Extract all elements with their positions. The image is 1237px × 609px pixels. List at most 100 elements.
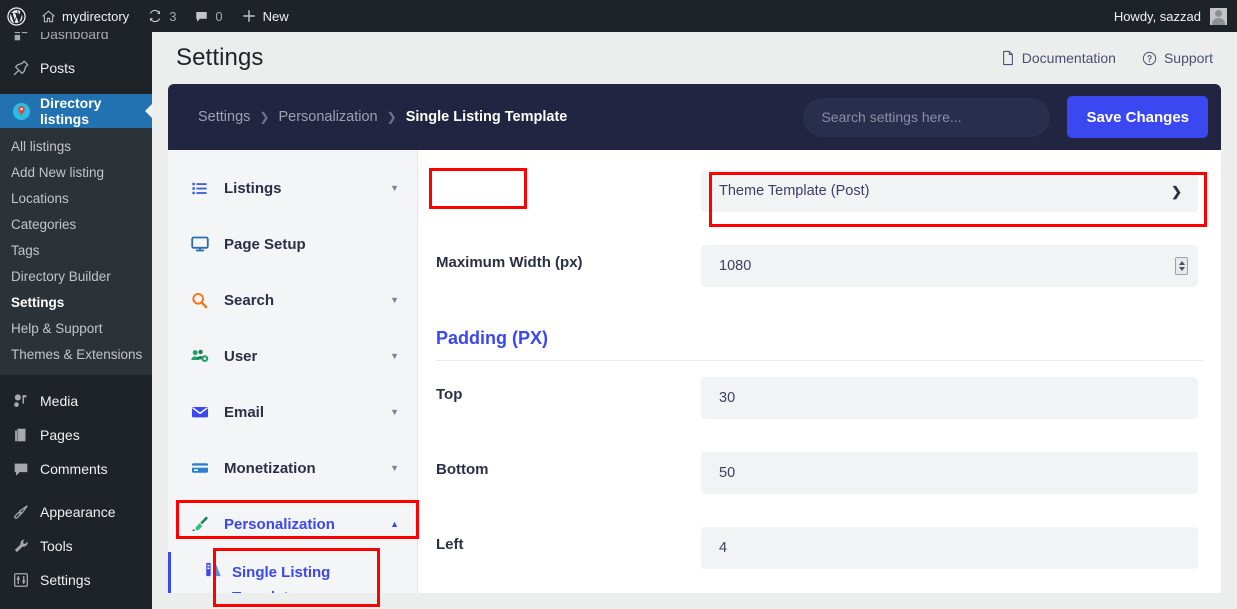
- comments-button[interactable]: 0: [185, 0, 231, 32]
- sidebar-item-posts[interactable]: Posts: [0, 51, 152, 85]
- wp-admin-bar: mydirectory 3 0 New Howdy, sazzad: [0, 0, 1237, 32]
- wordpress-logo-icon: [7, 6, 26, 26]
- users-icon: [190, 346, 216, 366]
- avatar: [1210, 7, 1227, 25]
- submenu-item-add-new-listing[interactable]: Add New listing: [0, 160, 152, 186]
- sidebar-item-label: Comments: [40, 461, 108, 477]
- new-content-button[interactable]: New: [232, 0, 298, 32]
- comments-count: 0: [215, 8, 223, 24]
- settings-nav: Listings ▼ Page Setup Search ▼ User ▼ Em…: [168, 150, 418, 593]
- site-name-label: mydirectory: [62, 8, 130, 24]
- sidebar-item-media[interactable]: Media: [0, 384, 152, 418]
- documentation-link[interactable]: Documentation: [1001, 50, 1116, 66]
- template-label: Template: [436, 179, 501, 196]
- main-content: Settings Documentation Support Settings …: [152, 32, 1237, 609]
- new-content-label: New: [262, 8, 289, 24]
- appearance-brush-icon: [11, 502, 31, 522]
- padding-bottom-input[interactable]: [701, 452, 1198, 494]
- sidebar-item-label: Settings: [40, 572, 91, 588]
- form-row-template: Template Theme Template (Post) ❯: [436, 170, 1221, 226]
- topbar-actions: Save Changes: [803, 96, 1208, 138]
- list-icon: [190, 179, 216, 198]
- sidebar-item-label: Posts: [40, 60, 76, 76]
- settings-nav-label: User: [224, 347, 258, 365]
- settings-nav-item-user[interactable]: User ▼: [168, 328, 417, 384]
- settings-nav-item-personalization[interactable]: Personalization ▲: [168, 496, 417, 552]
- search-settings-box[interactable]: [803, 97, 1051, 137]
- save-changes-button[interactable]: Save Changes: [1067, 96, 1208, 138]
- media-icon: [11, 391, 31, 411]
- submenu-item-settings[interactable]: Settings: [0, 290, 152, 316]
- settings-nav-item-page-setup[interactable]: Page Setup: [168, 216, 417, 272]
- chevron-right-icon: ❯: [259, 110, 270, 124]
- wp-admin-menu: Dashboard Posts Directory listings All l…: [0, 0, 153, 609]
- site-name-button[interactable]: mydirectory: [32, 0, 138, 32]
- section-divider: [436, 360, 1203, 361]
- wordpress-logo-button[interactable]: [0, 0, 32, 32]
- breadcrumb: Settings ❯ Personalization ❯ Single List…: [198, 109, 567, 125]
- support-link[interactable]: Support: [1142, 50, 1213, 66]
- submenu-item-help-support[interactable]: Help & Support: [0, 316, 152, 342]
- settings-nav-label: Search: [224, 291, 275, 309]
- submenu-item-themes-extensions[interactable]: Themes & Extensions: [0, 342, 152, 368]
- sidebar-item-settings[interactable]: Settings: [0, 563, 152, 597]
- settings-nav-label: Page Setup: [224, 235, 306, 253]
- form-row-padding-bottom: Bottom: [436, 452, 1221, 508]
- updates-count: 3: [169, 8, 177, 24]
- page-title: Settings: [176, 44, 264, 71]
- chevron-down-icon: ▼: [390, 295, 399, 305]
- search-input[interactable]: [821, 109, 1033, 125]
- document-icon: [1002, 50, 1013, 66]
- page-header-links: Documentation Support: [1001, 50, 1213, 66]
- howdy-label: Howdy, sazzad: [1113, 8, 1201, 24]
- chevron-down-icon: ▼: [390, 407, 399, 417]
- padding-left-input[interactable]: [701, 527, 1198, 569]
- submenu-item-locations[interactable]: Locations: [0, 186, 152, 212]
- submenu-item-directory-builder[interactable]: Directory Builder: [0, 264, 152, 290]
- max-width-input[interactable]: [701, 245, 1198, 287]
- settings-nav-item-monetization[interactable]: Monetization ▼: [168, 440, 417, 496]
- documentation-label: Documentation: [1021, 50, 1116, 66]
- template-control: Theme Template (Post) ❯: [701, 170, 1198, 212]
- padding-top-label: Top: [436, 386, 463, 403]
- chevron-right-icon: ❯: [386, 110, 397, 124]
- sidebar-item-label: Media: [40, 393, 79, 409]
- menu-separator: [0, 375, 152, 384]
- sidebar-item-directory-listings[interactable]: Directory listings: [0, 94, 153, 128]
- settings-topbar: Settings ❯ Personalization ❯ Single List…: [168, 84, 1221, 150]
- updates-button[interactable]: 3: [138, 0, 185, 32]
- padding-top-control: [701, 377, 1198, 419]
- account-menu-button[interactable]: Howdy, sazzad: [1105, 0, 1237, 32]
- envelope-icon: [190, 402, 216, 422]
- home-icon: [42, 10, 55, 22]
- max-width-label: Maximum Width (px): [436, 254, 583, 271]
- breadcrumb-item-personalization[interactable]: Personalization: [278, 109, 377, 125]
- chevron-down-icon: ▼: [390, 183, 399, 193]
- settings-nav-subitem-single-listing-template[interactable]: Single Listing Template: [168, 552, 417, 593]
- settings-form: Template Theme Template (Post) ❯ Maximum…: [418, 150, 1221, 593]
- form-row-padding-left: Left: [436, 527, 1221, 583]
- padding-top-input[interactable]: [701, 377, 1198, 419]
- pages-icon: [11, 425, 31, 445]
- submenu-item-tags[interactable]: Tags: [0, 238, 152, 264]
- settings-nav-label: Listings: [224, 179, 282, 197]
- template-select[interactable]: Theme Template (Post): [701, 170, 1198, 212]
- settings-nav-item-search[interactable]: Search ▼: [168, 272, 417, 328]
- help-circle-icon: [1142, 51, 1157, 65]
- comment-icon: [11, 459, 31, 479]
- settings-nav-subitem-label: Single Listing Template: [232, 564, 331, 593]
- sidebar-item-tools[interactable]: Tools: [0, 529, 152, 563]
- menu-separator: [0, 85, 152, 94]
- directory-listings-submenu: All listings Add New listing Locations C…: [0, 128, 152, 375]
- submenu-item-all-listings[interactable]: All listings: [0, 134, 152, 160]
- breadcrumb-item-settings[interactable]: Settings: [198, 109, 250, 125]
- padding-bottom-control: [701, 452, 1198, 494]
- settings-nav-item-email[interactable]: Email ▼: [168, 384, 417, 440]
- updates-icon: [150, 9, 161, 23]
- credit-card-icon: [190, 458, 216, 478]
- sidebar-item-pages[interactable]: Pages: [0, 418, 152, 452]
- settings-nav-item-listings[interactable]: Listings ▼: [168, 160, 417, 216]
- sidebar-item-appearance[interactable]: Appearance: [0, 495, 152, 529]
- sidebar-item-comments[interactable]: Comments: [0, 452, 152, 486]
- submenu-item-categories[interactable]: Categories: [0, 212, 152, 238]
